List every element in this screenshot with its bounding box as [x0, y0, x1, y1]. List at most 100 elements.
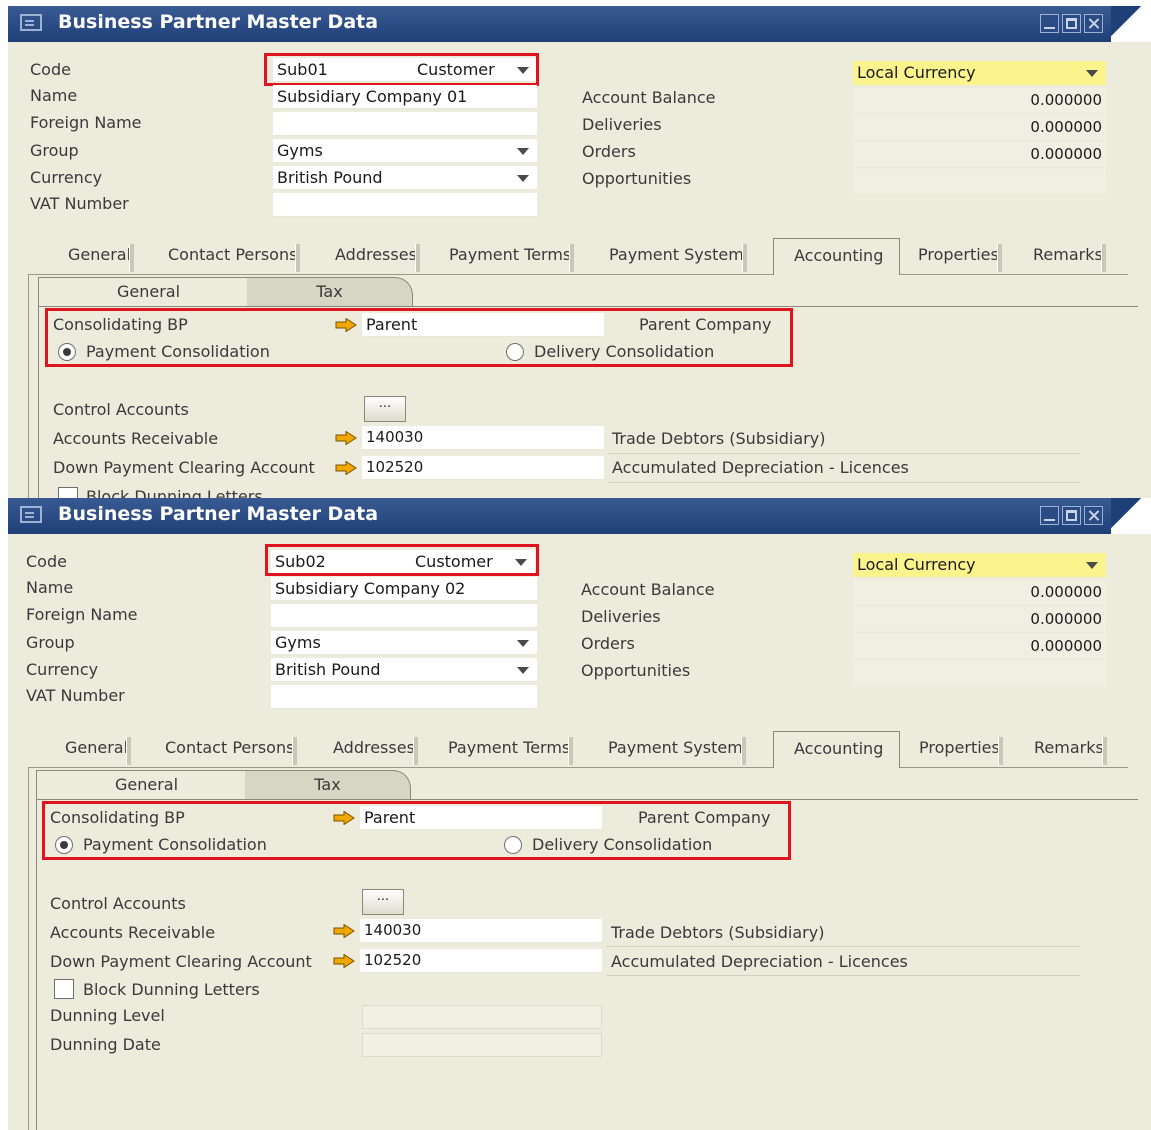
tab-remarks[interactable]: Remarks	[1034, 731, 1107, 767]
chevron-down-icon	[517, 640, 529, 647]
subtab-general[interactable]: General	[36, 770, 256, 799]
down-payment-desc: Accumulated Depreciation - Licences	[611, 952, 908, 971]
account-balance-label: Account Balance	[582, 88, 716, 107]
name-field[interactable]: Subsidiary Company 01	[273, 85, 537, 109]
accounts-receivable-desc: Trade Debtors (Subsidiary)	[612, 429, 826, 448]
subtab-general[interactable]: General	[38, 277, 258, 306]
down-payment-field[interactable]: 102520	[362, 456, 604, 480]
tab-general[interactable]: General	[65, 731, 132, 767]
local-currency-select[interactable]: Local Currency	[853, 61, 1106, 85]
currency-select[interactable]: British Pound	[271, 658, 537, 682]
chevron-down-icon	[1086, 70, 1098, 77]
foreign-name-label: Foreign Name	[26, 605, 138, 624]
minimize-icon[interactable]	[1040, 14, 1059, 33]
currency-value: British Pound	[275, 660, 381, 679]
link-arrow-icon[interactable]	[333, 954, 355, 968]
divider	[608, 453, 1080, 454]
tab-properties[interactable]: Properties	[919, 731, 1003, 767]
tab-remarks[interactable]: Remarks	[1033, 238, 1106, 274]
chevron-down-icon	[1086, 562, 1098, 569]
orders-label: Orders	[581, 634, 635, 653]
subtab-tax[interactable]: Tax	[247, 277, 413, 306]
vat-number-field[interactable]	[271, 685, 537, 709]
name-field[interactable]: Subsidiary Company 02	[271, 577, 537, 601]
close-icon[interactable]	[1084, 14, 1103, 33]
block-dunning-label: Block Dunning Letters	[86, 487, 263, 498]
local-currency-value: Local Currency	[857, 555, 976, 574]
block-dunning-label: Block Dunning Letters	[83, 980, 260, 999]
down-payment-field[interactable]: 102520	[360, 949, 602, 973]
divider	[608, 482, 1080, 483]
foreign-name-label: Foreign Name	[30, 113, 142, 132]
group-value: Gyms	[277, 141, 323, 160]
opportunities-value	[853, 169, 1106, 193]
accounts-receivable-desc: Trade Debtors (Subsidiary)	[611, 923, 825, 942]
tab-addresses[interactable]: Addresses	[335, 238, 420, 274]
maximize-icon[interactable]	[1062, 14, 1081, 33]
currency-value: British Pound	[277, 168, 383, 187]
opportunities-label: Opportunities	[582, 169, 692, 188]
local-currency-select[interactable]: Local Currency	[853, 553, 1106, 577]
deliveries-label: Deliveries	[582, 115, 662, 134]
link-arrow-icon[interactable]	[333, 924, 355, 938]
link-arrow-icon[interactable]	[335, 431, 357, 445]
window-title: Business Partner Master Data	[58, 503, 379, 525]
group-select[interactable]: Gyms	[273, 139, 537, 163]
accounts-receivable-field[interactable]: 140030	[362, 426, 604, 450]
block-dunning-checkbox[interactable]	[58, 487, 78, 498]
minimize-icon[interactable]	[1040, 506, 1059, 525]
tab-payment-system[interactable]: Payment System	[608, 731, 746, 767]
block-dunning-checkbox[interactable]	[54, 979, 74, 999]
control-accounts-label: Control Accounts	[53, 400, 189, 419]
control-accounts-button[interactable]: ...	[364, 396, 406, 422]
name-label: Name	[26, 578, 74, 597]
form-icon	[20, 14, 42, 31]
chevron-down-icon	[517, 175, 529, 182]
bp-master-data-window-1: Business Partner Master Data Code Sub01 …	[8, 6, 1151, 498]
tab-payment-terms[interactable]: Payment Terms	[448, 731, 574, 767]
down-payment-desc: Accumulated Depreciation - Licences	[612, 458, 909, 477]
maximize-icon[interactable]	[1062, 506, 1081, 525]
accounts-receivable-label: Accounts Receivable	[50, 923, 216, 942]
bp-master-data-window-2: Business Partner Master Data Code Sub02 …	[8, 498, 1151, 1130]
tab-contact-persons[interactable]: Contact Persons	[165, 731, 298, 767]
currency-label: Currency	[26, 660, 99, 679]
tab-properties[interactable]: Properties	[918, 238, 1002, 274]
dunning-date-field	[362, 1033, 602, 1057]
tab-payment-system[interactable]: Payment System	[609, 238, 747, 274]
foreign-name-field[interactable]	[273, 112, 537, 136]
subtab-tax[interactable]: Tax	[245, 770, 411, 799]
control-accounts-button[interactable]: ...	[362, 889, 404, 915]
divider	[606, 946, 1080, 947]
close-icon[interactable]	[1084, 506, 1103, 525]
vat-number-field[interactable]	[273, 193, 537, 217]
group-value: Gyms	[275, 633, 321, 652]
tab-addresses[interactable]: Addresses	[333, 731, 418, 767]
vat-number-label: VAT Number	[30, 194, 129, 213]
tab-payment-terms[interactable]: Payment Terms	[449, 238, 575, 274]
foreign-name-field[interactable]	[271, 604, 537, 628]
deliveries-value: 0.000000	[853, 607, 1106, 631]
link-arrow-icon[interactable]	[335, 461, 357, 475]
group-select[interactable]: Gyms	[271, 631, 537, 655]
consolidation-highlight-box	[42, 801, 791, 860]
consolidation-highlight-box	[45, 308, 793, 367]
accounts-receivable-field[interactable]: 140030	[360, 919, 602, 943]
tab-contact-persons[interactable]: Contact Persons	[168, 238, 301, 274]
currency-select[interactable]: British Pound	[273, 166, 537, 190]
orders-value: 0.000000	[853, 634, 1106, 658]
orders-value: 0.000000	[853, 142, 1106, 166]
title-bar: Business Partner Master Data	[8, 6, 1151, 42]
tab-accounting[interactable]: Accounting	[773, 731, 900, 768]
deliveries-value: 0.000000	[853, 115, 1106, 139]
orders-label: Orders	[582, 142, 636, 161]
vat-number-label: VAT Number	[26, 686, 125, 705]
tab-general[interactable]: General	[68, 238, 135, 274]
chevron-down-icon	[517, 667, 529, 674]
tab-accounting[interactable]: Accounting	[773, 238, 900, 275]
divider	[606, 975, 1080, 976]
local-currency-value: Local Currency	[857, 63, 976, 82]
group-label: Group	[26, 633, 75, 652]
accounts-receivable-label: Accounts Receivable	[53, 429, 219, 448]
account-balance-value: 0.000000	[853, 88, 1106, 112]
